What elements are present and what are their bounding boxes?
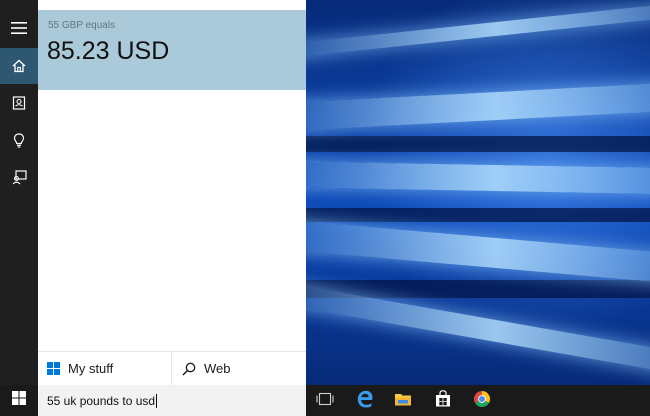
windows-start-icon	[12, 391, 26, 410]
wallpaper-light-beam	[306, 0, 650, 59]
file-explorer-taskbar-button[interactable]	[391, 389, 415, 413]
desktop-wallpaper	[306, 0, 650, 385]
wallpaper-shade	[306, 136, 650, 152]
file-explorer-icon	[394, 391, 412, 412]
edge-icon	[356, 390, 374, 413]
cortana-rail	[0, 0, 38, 385]
rail-feedback-button[interactable]	[0, 159, 38, 195]
search-icon	[182, 362, 196, 376]
tab-my-stuff-label: My stuff	[68, 361, 114, 376]
wallpaper-shade	[306, 208, 650, 222]
home-icon	[12, 59, 26, 73]
lightbulb-icon	[12, 132, 26, 148]
search-input[interactable]: 55 uk pounds to usd	[38, 385, 306, 416]
cortana-panel: 55 GBP equals 85.23 USD My stuff Web	[38, 0, 306, 385]
search-scope-tabs: My stuff Web	[38, 351, 306, 385]
rail-interests-button[interactable]	[0, 122, 38, 158]
text-caret	[156, 393, 158, 408]
currency-answer-card[interactable]: 55 GBP equals 85.23 USD	[38, 10, 306, 90]
edge-taskbar-button[interactable]	[353, 389, 377, 413]
answer-value: 85.23 USD	[47, 37, 170, 65]
feedback-icon	[12, 169, 27, 185]
hamburger-menu-icon	[11, 22, 27, 34]
windows-logo-icon	[47, 362, 60, 375]
chrome-icon	[473, 390, 491, 413]
tab-my-stuff[interactable]: My stuff	[38, 352, 172, 385]
rail-home-button[interactable]	[0, 48, 38, 84]
wallpaper-light-beam	[306, 219, 650, 287]
task-view-button[interactable]	[313, 389, 337, 413]
start-button[interactable]	[0, 385, 38, 416]
answer-caption: 55 GBP equals	[48, 20, 116, 31]
search-query-text: 55 uk pounds to usd	[47, 393, 156, 408]
store-taskbar-button[interactable]	[431, 389, 455, 413]
notebook-icon	[12, 96, 26, 110]
task-view-icon	[316, 392, 334, 411]
chrome-taskbar-button[interactable]	[470, 389, 494, 413]
tab-web[interactable]: Web	[172, 352, 306, 385]
rail-notebook-button[interactable]	[0, 85, 38, 121]
wallpaper-light-beam	[306, 80, 650, 132]
store-icon	[435, 390, 451, 412]
taskbar: 55 uk pounds to usd	[0, 385, 650, 416]
hamburger-menu-button[interactable]	[0, 10, 38, 46]
tab-web-label: Web	[204, 361, 231, 376]
wallpaper-light-beam	[306, 161, 650, 195]
screen: 55 GBP equals 85.23 USD My stuff Web 55 …	[0, 0, 650, 416]
